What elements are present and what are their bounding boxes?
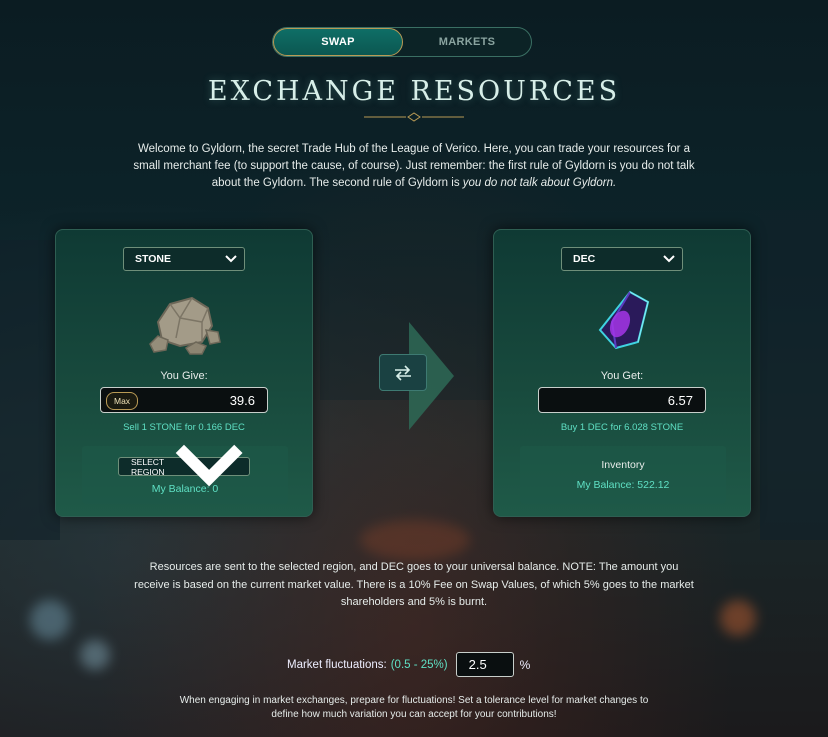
give-amount-input[interactable]: Max 39.6 [100, 387, 268, 413]
view-tabs: SWAP MARKETS [272, 27, 532, 57]
intro-text: Welcome to Gyldorn, the secret Trade Hub… [133, 143, 695, 189]
you-give-label: You Give: [160, 370, 208, 382]
tolerance-value: 2.5 [468, 657, 487, 672]
fluctuation-label: Market fluctuations: [287, 658, 387, 671]
give-card: STONE You Give: Max 39.6 Sell 1 STONE fo… [55, 229, 313, 517]
you-get-label: You Get: [600, 370, 644, 382]
swap-direction-button[interactable] [379, 354, 427, 391]
region-select[interactable]: SELECT REGION [118, 444, 250, 487]
get-resource-value: DEC [573, 253, 596, 265]
max-button[interactable]: Max [106, 392, 139, 410]
fluctuation-range: (0.5 - 25%) [390, 658, 448, 671]
get-resource-select[interactable]: DEC [561, 247, 683, 271]
dec-crystal-icon [598, 290, 650, 350]
give-amount-value: 39.6 [229, 392, 255, 408]
give-balance: My Balance: 0 [151, 483, 219, 495]
percent-unit: % [519, 657, 531, 672]
tolerance-input[interactable]: 2.5 [455, 652, 514, 677]
inventory-panel: Inventory My Balance: 522.12 [520, 446, 726, 504]
get-amount-value: 6.57 [667, 392, 693, 408]
stone-icon [149, 296, 221, 355]
give-resource-value: STONE [135, 253, 171, 265]
chevron-down-icon [663, 255, 675, 263]
get-amount-input[interactable]: 6.57 [538, 387, 706, 413]
sell-rate-text: Sell 1 STONE for 0.166 DEC [123, 422, 245, 433]
tab-markets[interactable]: MARKETS [403, 28, 531, 56]
title-divider-ornament [364, 112, 464, 122]
get-balance: My Balance: 522.12 [576, 479, 670, 491]
tolerance-warning: When engaging in market exchanges, prepa… [179, 695, 649, 720]
fee-note: Resources are sent to the selected regio… [134, 561, 694, 608]
inventory-label: Inventory [601, 459, 645, 471]
tab-swap[interactable]: SWAP [273, 28, 403, 56]
chevron-down-icon [225, 255, 237, 263]
market-fluctuation-row: Market fluctuations: (0.5 - 25%) 2.5 % [287, 652, 530, 677]
swap-arrows-icon [395, 364, 411, 381]
give-resource-select[interactable]: STONE [123, 247, 245, 271]
region-panel: SELECT REGION My Balance: 0 [82, 444, 288, 504]
buy-rate-text: Buy 1 DEC for 6.028 STONE [560, 422, 684, 433]
region-select-value: SELECT REGION [131, 456, 165, 477]
page-title: EXCHANGE RESOURCES [207, 76, 621, 107]
get-card: DEC You Get: 6.57 Buy 1 DEC for 6.028 ST… [493, 229, 751, 517]
